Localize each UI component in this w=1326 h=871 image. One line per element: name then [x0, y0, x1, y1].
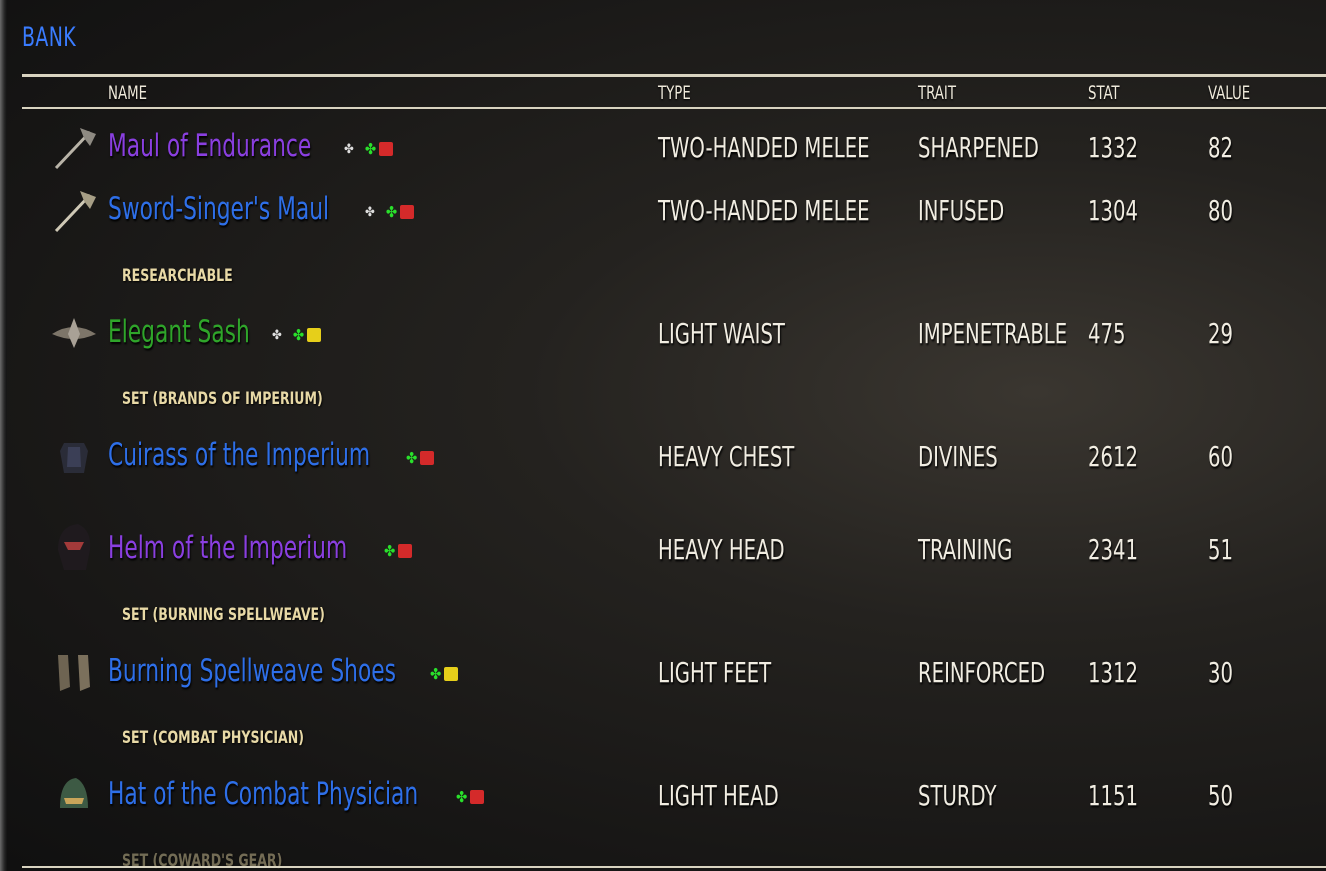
clover-icon: ✤	[292, 326, 305, 344]
item-trait: INFUSED	[918, 194, 1005, 227]
status-red-icon	[398, 544, 413, 558]
header-rule-bottom	[22, 107, 1326, 109]
item-value: 80	[1208, 194, 1233, 227]
item-trait: IMPENETRABLE	[918, 317, 1068, 350]
maul-icon	[54, 128, 96, 170]
bound-icon: ✤	[272, 327, 282, 343]
clover-icon: ✤	[384, 542, 396, 560]
item-name: Sword-Singer's Maul	[108, 191, 330, 227]
item-stat: 475	[1088, 317, 1126, 350]
item-markers: ✤	[384, 542, 413, 560]
helm-icon	[58, 524, 91, 570]
item-value: 30	[1208, 656, 1233, 689]
status-yellow-icon	[307, 328, 322, 342]
item-name: Helm of the Imperium	[108, 530, 348, 566]
item-type: TWO-HANDED MELEE	[658, 131, 870, 164]
item-row[interactable]: Elegant Sash ✤ ✤ LIGHT WAIST IMPENETRABL…	[0, 314, 1326, 374]
item-value: 82	[1208, 131, 1233, 164]
item-row[interactable]: Sword-Singer's Maul ✤ ✤ TWO-HANDED MELEE…	[0, 191, 1326, 251]
item-stat: 1304	[1088, 194, 1138, 227]
section-header-set: SET (BURNING SPELLWEAVE)	[122, 605, 325, 625]
item-trait: SHARPENED	[918, 131, 1039, 164]
shoes-icon	[58, 655, 90, 691]
item-markers: ✤	[406, 449, 435, 467]
item-row[interactable]: Helm of the Imperium ✤ HEAVY HEAD TRAINI…	[0, 524, 1326, 590]
item-name: Maul of Endurance	[108, 128, 312, 164]
item-value: 50	[1208, 779, 1233, 812]
clover-icon: ✤	[430, 665, 442, 683]
item-type: LIGHT HEAD	[658, 779, 779, 812]
clover-icon: ✤	[406, 449, 418, 467]
item-type: HEAVY CHEST	[658, 440, 795, 473]
item-value: 60	[1208, 440, 1233, 473]
section-header-set: SET (COWARD'S GEAR)	[122, 851, 283, 871]
item-row[interactable]: Maul of Endurance ✤ ✤ TWO-HANDED MELEE S…	[0, 128, 1326, 188]
clover-icon: ✤	[364, 140, 377, 158]
item-name: Hat of the Combat Physician	[108, 776, 419, 812]
item-name: Elegant Sash	[108, 314, 250, 350]
item-trait: STURDY	[918, 779, 997, 812]
item-type: LIGHT FEET	[658, 656, 772, 689]
cuirass-icon	[60, 443, 88, 473]
bound-icon: ✤	[365, 204, 375, 220]
column-header-name[interactable]: NAME	[108, 82, 147, 104]
item-trait: DIVINES	[918, 440, 998, 473]
item-markers: ✤ ✤	[365, 203, 415, 221]
section-header-set: SET (BRANDS OF IMPERIUM)	[122, 389, 323, 409]
item-trait: TRAINING	[918, 533, 1013, 566]
item-stat: 1151	[1088, 779, 1138, 812]
status-red-icon	[470, 790, 485, 804]
column-header-value[interactable]: VALUE	[1208, 82, 1250, 104]
item-markers: ✤ ✤	[344, 140, 394, 158]
sash-icon	[52, 318, 96, 348]
header-rule-top	[22, 74, 1326, 77]
item-value: 51	[1208, 533, 1233, 566]
hat-icon	[60, 778, 88, 808]
item-trait: REINFORCED	[918, 656, 1046, 689]
item-row[interactable]: Burning Spellweave Shoes ✤ LIGHT FEET RE…	[0, 653, 1326, 713]
status-red-icon	[400, 205, 415, 219]
list-bottom-rule	[22, 866, 1326, 868]
item-stat: 1332	[1088, 131, 1138, 164]
status-yellow-icon	[444, 667, 459, 681]
item-markers: ✤ ✤	[272, 326, 322, 344]
status-red-icon	[420, 451, 435, 465]
item-markers: ✤	[430, 665, 459, 683]
item-type: HEAVY HEAD	[658, 533, 785, 566]
status-red-icon	[379, 142, 394, 156]
section-header-researchable: RESEARCHABLE	[122, 266, 233, 286]
maul-icon	[54, 191, 96, 233]
item-markers: ✤	[456, 788, 485, 806]
item-stat: 1312	[1088, 656, 1138, 689]
item-name: Cuirass of the Imperium	[108, 437, 371, 473]
bound-icon: ✤	[344, 141, 354, 157]
clover-icon: ✤	[456, 788, 468, 806]
column-header-type[interactable]: TYPE	[658, 82, 691, 104]
item-row[interactable]: Cuirass of the Imperium ✤ HEAVY CHEST DI…	[0, 437, 1326, 497]
item-stat: 2341	[1088, 533, 1138, 566]
item-row[interactable]: Hat of the Combat Physician ✤ LIGHT HEAD…	[0, 776, 1326, 836]
column-header-trait[interactable]: TRAIT	[918, 82, 956, 104]
item-type: TWO-HANDED MELEE	[658, 194, 870, 227]
clover-icon: ✤	[385, 203, 398, 221]
item-type: LIGHT WAIST	[658, 317, 785, 350]
window-title: BANK	[22, 22, 77, 53]
column-header-stat[interactable]: STAT	[1088, 82, 1120, 104]
item-stat: 2612	[1088, 440, 1138, 473]
item-value: 29	[1208, 317, 1233, 350]
item-name: Burning Spellweave Shoes	[108, 653, 396, 689]
section-header-set: SET (COMBAT PHYSICIAN)	[122, 728, 304, 748]
